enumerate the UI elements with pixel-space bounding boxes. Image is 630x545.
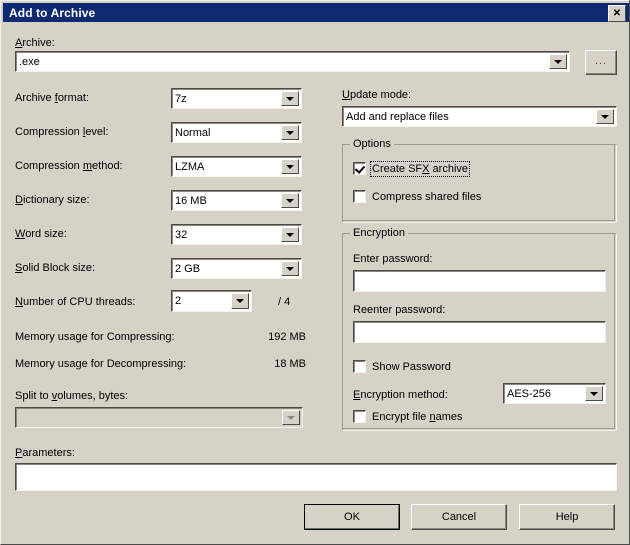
checkbox-icon[interactable]	[353, 190, 366, 203]
memory-decompress-label: Memory usage for Decompressing:	[15, 358, 187, 370]
window-title: Add to Archive	[9, 5, 96, 20]
word-size-value: 32	[175, 228, 188, 241]
browse-button[interactable]: ...	[585, 50, 617, 75]
solid-block-size-value: 2 GB	[175, 262, 201, 275]
cancel-button[interactable]: Cancel	[411, 504, 507, 530]
memory-compress-value: 192 MB	[268, 331, 306, 343]
compress-shared-files-label: Compress shared files	[372, 190, 482, 203]
ok-button-label: OK	[344, 511, 360, 523]
compression-level-combo[interactable]: Normal	[171, 122, 302, 143]
chevron-down-icon[interactable]	[281, 227, 299, 242]
archive-path-combo[interactable]: .exe	[15, 51, 570, 72]
cpu-threads-combo[interactable]: 2	[171, 290, 252, 312]
encryption-method-value: AES-256	[507, 387, 552, 400]
chevron-down-icon[interactable]	[596, 109, 614, 124]
chevron-down-icon[interactable]	[585, 386, 603, 401]
cancel-button-label: Cancel	[441, 511, 477, 523]
memory-decompress-value: 18 MB	[274, 358, 306, 370]
encrypt-file-names-checkbox[interactable]: Encrypt file names	[353, 410, 463, 423]
compression-method-value: LZMA	[175, 160, 205, 173]
memory-compress-label: Memory usage for Compressing:	[15, 331, 175, 343]
browse-button-label: ...	[594, 55, 608, 67]
chevron-down-icon[interactable]	[282, 410, 300, 425]
cpu-threads-max: / 4	[278, 296, 291, 308]
add-to-archive-dialog: Add to Archive ✕ Archive: .exe ... Archi…	[0, 0, 630, 545]
chevron-down-icon[interactable]	[231, 293, 249, 309]
compression-level-label: Compression level:	[15, 126, 109, 138]
title-bar[interactable]: Add to Archive ✕	[3, 3, 629, 22]
ok-button[interactable]: OK	[304, 504, 400, 530]
show-password-checkbox[interactable]: Show Password	[353, 360, 451, 373]
compression-method-combo[interactable]: LZMA	[171, 156, 302, 177]
encryption-method-combo[interactable]: AES-256	[503, 383, 606, 404]
encryption-method-label: Encryption method:	[353, 389, 448, 401]
close-icon[interactable]: ✕	[608, 5, 626, 22]
help-button-label: Help	[555, 511, 579, 523]
help-button[interactable]: Help	[519, 504, 615, 530]
split-volumes-combo[interactable]	[15, 407, 303, 428]
dictionary-size-combo[interactable]: 16 MB	[171, 190, 302, 211]
parameters-label: Parameters:	[15, 447, 75, 459]
encryption-group-title: Encryption	[350, 227, 408, 239]
compression-level-value: Normal	[175, 126, 211, 139]
parameters-input[interactable]	[15, 463, 617, 491]
reenter-password-input[interactable]	[353, 321, 606, 343]
chevron-down-icon[interactable]	[281, 261, 299, 276]
split-volumes-label: Split to volumes, bytes:	[15, 390, 129, 402]
compress-shared-files-checkbox[interactable]: Compress shared files	[353, 190, 481, 203]
enter-password-input[interactable]	[353, 270, 606, 292]
word-size-combo[interactable]: 32	[171, 224, 302, 245]
update-mode-combo[interactable]: Add and replace files	[342, 106, 617, 127]
create-sfx-archive-label: Create SFX archive	[369, 160, 471, 177]
archive-format-label: Archive format:	[15, 92, 89, 104]
chevron-down-icon[interactable]	[281, 125, 299, 140]
reenter-password-label: Reenter password:	[353, 304, 446, 316]
solid-block-size-label: Solid Block size:	[15, 262, 96, 274]
dictionary-size-label: Dictionary size:	[15, 194, 90, 206]
dictionary-size-value: 16 MB	[175, 194, 207, 207]
enter-password-label: Enter password:	[353, 253, 433, 265]
chevron-down-icon[interactable]	[281, 193, 299, 208]
chevron-down-icon[interactable]	[281, 159, 299, 174]
archive-path-value: .exe	[19, 55, 40, 68]
compression-method-label: Compression method:	[15, 160, 123, 172]
encrypt-file-names-label: Encrypt file names	[372, 410, 463, 423]
cpu-threads-label: Number of CPU threads:	[15, 296, 136, 308]
solid-block-size-combo[interactable]: 2 GB	[171, 258, 302, 279]
cpu-threads-value: 2	[175, 295, 182, 307]
checkbox-icon[interactable]	[353, 410, 366, 423]
options-group-title: Options	[350, 138, 394, 150]
archive-format-value: 7z	[175, 92, 187, 105]
chevron-down-icon[interactable]	[281, 91, 299, 106]
chevron-down-icon[interactable]	[549, 54, 567, 69]
checkbox-icon[interactable]	[353, 162, 366, 175]
create-sfx-archive-checkbox[interactable]: Create SFX archive	[353, 160, 471, 177]
checkbox-icon[interactable]	[353, 360, 366, 373]
word-size-label: Word size:	[15, 228, 67, 240]
show-password-label: Show Password	[372, 360, 451, 373]
archive-label: Archive:	[15, 37, 55, 49]
options-group: Options	[342, 138, 617, 223]
update-mode-label: Update mode:	[342, 89, 412, 101]
update-mode-value: Add and replace files	[346, 110, 449, 123]
archive-format-combo[interactable]: 7z	[171, 88, 302, 109]
